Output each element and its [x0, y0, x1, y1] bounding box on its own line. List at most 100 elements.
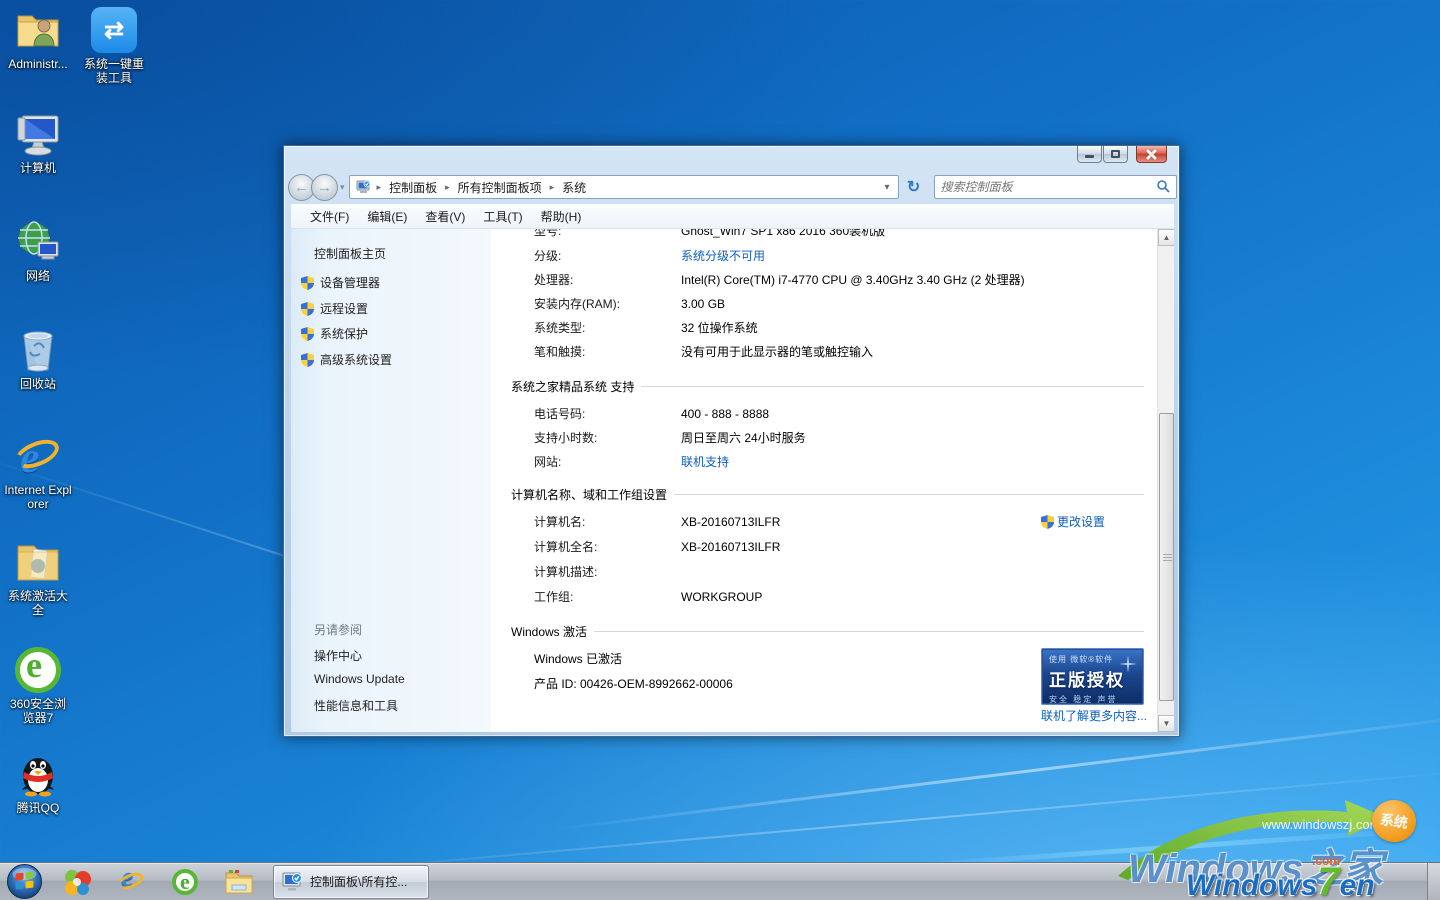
- scroll-down-button[interactable]: ▼: [1158, 715, 1174, 732]
- desktop-icon-computer[interactable]: 计算机: [4, 110, 72, 175]
- support-row-website: 网站:联机支持: [534, 453, 1145, 469]
- recycle-bin-icon: [14, 326, 62, 374]
- row-value: 32 位操作系统: [681, 321, 758, 335]
- desktop-icon-administrator[interactable]: Administr...: [4, 6, 72, 71]
- row-value: 400 - 888 - 8888: [681, 407, 769, 421]
- sidebar-item-action-center[interactable]: 操作中心: [314, 647, 362, 664]
- desktop-icon-label: 系统激活大全: [4, 589, 72, 617]
- address-dropdown-icon[interactable]: ▾: [881, 182, 894, 193]
- activation-section-header: Windows 激活: [511, 623, 1144, 640]
- desktop-icon-recycle-bin[interactable]: 回收站: [4, 326, 72, 391]
- name-row-full-name: 计算机全名:XB-20160713ILFR: [534, 538, 1145, 554]
- online-support-link[interactable]: 联机支持: [681, 455, 729, 469]
- rating-link[interactable]: 系统分级不可用: [681, 249, 765, 263]
- address-bar[interactable]: ▸ 控制面板 ▸ 所有控制面板项 ▸ 系统 ▾: [349, 175, 899, 199]
- watermark-system-badge: 系统: [1369, 797, 1418, 845]
- recent-pages-dropdown[interactable]: ▾: [340, 182, 345, 193]
- forward-button[interactable]: →: [311, 174, 338, 201]
- support-section-header: 系统之家精品系统 支持: [511, 378, 1144, 395]
- section-title: Windows 激活: [511, 623, 587, 640]
- desktop-icon-label: 计算机: [4, 161, 72, 175]
- sidebar-item-control-panel-home[interactable]: 控制面板主页: [314, 245, 386, 262]
- desktop-icon-tencent-qq[interactable]: 腾讯QQ: [4, 750, 72, 815]
- menu-help[interactable]: 帮助(H): [532, 205, 591, 228]
- info-row-system-type: 系统类型:32 位操作系统: [534, 319, 1145, 335]
- see-also-header: 另请参阅: [314, 621, 362, 638]
- user-folder-icon: [14, 6, 62, 54]
- desktop-icon-reinstall-tool[interactable]: ⇄ 系统一键重装工具: [80, 6, 148, 85]
- section-title: 计算机名称、域和工作组设置: [511, 486, 667, 503]
- sidebar: 控制面板主页 设备管理器 远程设置 系统保护 高级系统设置 另请参阅 操作中心 …: [291, 229, 491, 732]
- breadcrumb-system[interactable]: 系统: [556, 179, 592, 196]
- sidebar-item-system-protection[interactable]: 系统保护: [301, 325, 368, 342]
- row-value: 周日至周六 24小时服务: [681, 431, 806, 445]
- reinstall-tool-icon: ⇄: [90, 6, 138, 54]
- scrollbar-thumb[interactable]: [1159, 413, 1174, 701]
- learn-more-link[interactable]: 联机了解更多内容...: [1041, 707, 1144, 724]
- menu-tools[interactable]: 工具(T): [474, 205, 531, 228]
- active-task-label: 控制面板\所有控...: [310, 873, 407, 890]
- sidebar-item-remote-settings[interactable]: 远程设置: [301, 300, 368, 317]
- row-label: 计算机描述:: [534, 563, 681, 580]
- search-input[interactable]: [941, 180, 1156, 194]
- search-box[interactable]: [934, 175, 1177, 199]
- sidebar-item-windows-update[interactable]: Windows Update: [314, 672, 405, 686]
- internet-explorer-icon: e: [14, 432, 62, 480]
- taskbar-icon-explorer[interactable]: [219, 865, 259, 899]
- show-desktop-button[interactable]: [1427, 863, 1440, 900]
- row-label: 笔和触摸:: [534, 343, 681, 360]
- row-label: 型号:: [534, 229, 681, 239]
- scroll-up-icon: ▲: [1163, 233, 1171, 242]
- taskbar-icon-360-safety[interactable]: [57, 865, 97, 899]
- breadcrumb-all-items[interactable]: 所有控制面板项: [452, 179, 548, 196]
- desktop-icon-360-browser[interactable]: e 360安全浏览器7: [4, 646, 72, 725]
- row-label: 电话号码:: [534, 405, 681, 422]
- refresh-button[interactable]: ↻: [902, 175, 926, 199]
- section-title: 系统之家精品系统 支持: [511, 378, 634, 395]
- network-icon: [14, 218, 62, 266]
- row-value: 没有可用于此显示器的笔或触控输入: [681, 345, 873, 359]
- menu-view[interactable]: 查看(V): [416, 205, 474, 228]
- vertical-scrollbar[interactable]: ▲ ▼: [1157, 229, 1174, 732]
- folder-icon: [14, 538, 62, 586]
- info-row-processor: 处理器:Intel(R) Core(TM) i7-4770 CPU @ 3.40…: [534, 271, 1145, 287]
- scroll-up-button[interactable]: ▲: [1158, 229, 1174, 246]
- section-rule: [594, 631, 1144, 632]
- desktop-icon-label: 回收站: [4, 377, 72, 391]
- row-value: XB-20160713ILFR: [681, 540, 780, 554]
- taskbar-icon-internet-explorer[interactable]: e: [111, 865, 151, 899]
- minimize-button[interactable]: [1077, 146, 1102, 163]
- taskbar-active-task[interactable]: 控制面板\所有控...: [273, 865, 429, 899]
- support-row-hours: 支持小时数:周日至周六 24小时服务: [534, 429, 1145, 445]
- section-rule: [674, 494, 1144, 495]
- taskbar-icon-360-browser[interactable]: e: [165, 865, 205, 899]
- qq-penguin-icon: [14, 750, 62, 798]
- desktop-icon-network[interactable]: 网络: [4, 218, 72, 283]
- system-task-icon: [282, 872, 304, 892]
- genuine-microsoft-badge[interactable]: 使用 微软®软件 正版授权 安全 稳定 声誉: [1041, 648, 1144, 705]
- close-button[interactable]: [1136, 146, 1167, 163]
- breadcrumb-control-panel[interactable]: 控制面板: [383, 179, 443, 196]
- breadcrumb-separator-icon: ▸: [548, 182, 557, 193]
- sidebar-item-advanced-settings[interactable]: 高级系统设置: [301, 351, 392, 368]
- sidebar-item-performance-tools[interactable]: 性能信息和工具: [314, 697, 398, 714]
- row-label: 处理器:: [534, 271, 681, 288]
- row-value: Intel(R) Core(TM) i7-4770 CPU @ 3.40GHz …: [681, 273, 1025, 287]
- maximize-button[interactable]: [1103, 146, 1128, 163]
- scroll-down-icon: ▼: [1163, 719, 1171, 728]
- row-label: 支持小时数:: [534, 429, 681, 446]
- sidebar-item-device-manager[interactable]: 设备管理器: [301, 274, 380, 291]
- menu-edit[interactable]: 编辑(E): [358, 205, 416, 228]
- desktop-icon-internet-explorer[interactable]: e Internet Explorer: [4, 432, 72, 511]
- product-id: 产品 ID: 00426-OEM-8992662-00006: [534, 677, 733, 691]
- 360-browser-icon: e: [14, 646, 62, 694]
- row-label: 工作组:: [534, 588, 681, 605]
- desktop-icon-activation-collection[interactable]: 系统激活大全: [4, 538, 72, 617]
- change-settings-link[interactable]: 更改设置: [1041, 513, 1105, 530]
- name-row-workgroup: 工作组:WORKGROUP: [534, 588, 1145, 604]
- desktop-icon-label: Internet Explorer: [4, 483, 72, 511]
- menu-file[interactable]: 文件(F): [301, 205, 358, 228]
- uac-shield-icon: [301, 353, 314, 367]
- start-button[interactable]: [6, 863, 43, 900]
- desktop-icon-label: 腾讯QQ: [4, 801, 72, 815]
